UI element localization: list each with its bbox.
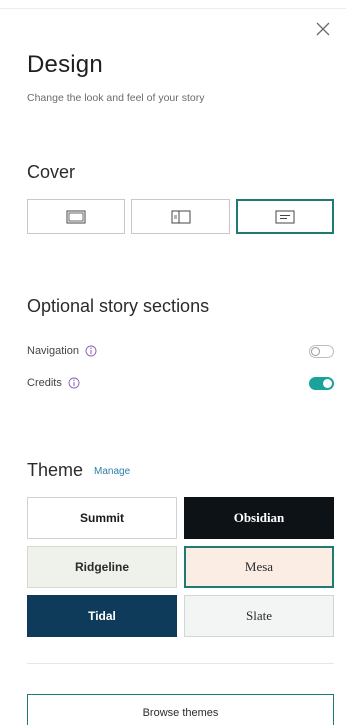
panel-subtitle: Change the look and feel of your story bbox=[27, 92, 205, 104]
credits-toggle-row: Credits bbox=[27, 373, 334, 393]
theme-tile-tidal[interactable]: Tidal bbox=[27, 595, 177, 637]
theme-header: Theme Manage bbox=[27, 460, 130, 481]
cover-full-icon bbox=[66, 210, 86, 224]
toggle-knob bbox=[311, 347, 320, 356]
toggle-knob bbox=[323, 379, 332, 388]
theme-tile-slate[interactable]: Slate bbox=[184, 595, 334, 637]
info-icon[interactable] bbox=[68, 377, 80, 389]
cover-split-icon bbox=[171, 210, 191, 224]
theme-tile-obsidian[interactable]: Obsidian bbox=[184, 497, 334, 539]
manage-link[interactable]: Manage bbox=[94, 466, 130, 477]
cover-minimal-icon bbox=[275, 210, 295, 224]
info-icon[interactable] bbox=[85, 345, 97, 357]
browse-themes-button[interactable]: Browse themes bbox=[27, 694, 334, 725]
section-divider bbox=[27, 663, 334, 664]
cover-option-full[interactable] bbox=[27, 199, 125, 234]
cover-heading: Cover bbox=[27, 162, 76, 182]
cover-option-split[interactable] bbox=[131, 199, 230, 234]
theme-tile-mesa[interactable]: Mesa bbox=[184, 546, 334, 588]
navigation-label: Navigation bbox=[27, 345, 79, 357]
navigation-toggle[interactable] bbox=[309, 345, 334, 358]
cover-option-minimal[interactable] bbox=[236, 199, 334, 234]
top-divider bbox=[0, 8, 346, 9]
navigation-toggle-row: Navigation bbox=[27, 341, 334, 361]
optional-sections-heading: Optional story sections bbox=[27, 296, 210, 316]
theme-tile-summit[interactable]: Summit bbox=[27, 497, 177, 539]
theme-tile-ridgeline[interactable]: Ridgeline bbox=[27, 546, 177, 588]
credits-label: Credits bbox=[27, 377, 62, 389]
theme-heading: Theme bbox=[27, 460, 84, 480]
close-button[interactable] bbox=[313, 19, 333, 39]
close-icon bbox=[313, 19, 333, 39]
panel-title: Design bbox=[27, 51, 103, 78]
credits-toggle[interactable] bbox=[309, 377, 334, 390]
